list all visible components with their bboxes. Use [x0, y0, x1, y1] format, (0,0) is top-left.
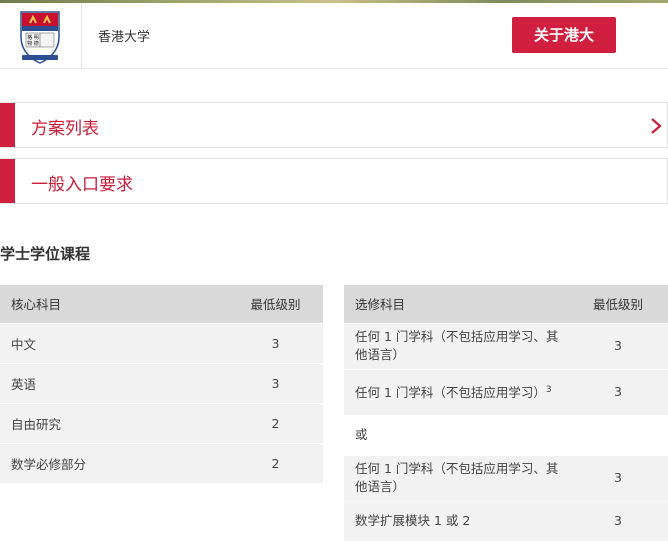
- table-row: 自由研究 2: [0, 402, 323, 443]
- accent-bar: [0, 103, 15, 147]
- subject-text: 任何 1 门学科（不包括应用学习）: [355, 385, 546, 401]
- about-hku-button[interactable]: 关于港大: [512, 17, 616, 53]
- column-header-min-level: 最低级别: [568, 285, 668, 323]
- column-header-min-level: 最低级别: [228, 285, 323, 323]
- table-row: 任何 1 门学科（不包括应用学习、其他语言） 3: [344, 322, 668, 369]
- or-label: 或: [344, 414, 668, 455]
- table-header-row: 核心科目 最低级别: [0, 285, 323, 323]
- level-cell: 2: [228, 402, 323, 443]
- subject-cell: 任何 1 门学科（不包括应用学习）3: [344, 368, 568, 415]
- or-row: 或: [344, 414, 668, 455]
- site-name[interactable]: 香港大学: [98, 26, 150, 45]
- level-cell: 3: [568, 500, 668, 541]
- table-row: 数学扩展模块 1 或 2 3: [344, 500, 668, 541]
- level-cell: 3: [568, 368, 668, 415]
- section-title: 学士学位课程: [0, 245, 91, 263]
- subject-cell: 中文: [0, 322, 228, 363]
- table-row: 数学必修部分 2: [0, 442, 323, 483]
- subject-cell: 英语: [0, 362, 228, 403]
- logo-text-2: 物 德: [27, 40, 39, 47]
- table-row: 中文 3: [0, 322, 323, 363]
- footnote-marker: 3: [545, 385, 552, 396]
- table-header-row: 选修科目 最低级别: [344, 285, 668, 323]
- elective-subjects-table: 选修科目 最低级别 任何 1 门学科（不包括应用学习、其他语言） 3 任何 1 …: [344, 285, 668, 541]
- level-cell: 2: [228, 442, 323, 483]
- accordion-program-list[interactable]: 方案列表: [0, 102, 668, 148]
- level-cell: 3: [568, 322, 668, 369]
- chevron-right-icon: [651, 118, 662, 134]
- column-header-subject: 核心科目: [0, 285, 228, 323]
- level-cell: 3: [228, 362, 323, 403]
- accordion-label: 一般入口要求: [31, 175, 133, 195]
- subject-cell: 自由研究: [0, 402, 228, 443]
- accordion-general-entrance-requirements[interactable]: 一般入口要求: [0, 158, 668, 204]
- level-cell: 3: [228, 322, 323, 363]
- university-logo[interactable]: 格 明 物 德: [0, 3, 82, 69]
- accent-bar: [0, 159, 15, 203]
- accordion-label: 方案列表: [31, 119, 99, 139]
- subject-cell: 数学扩展模块 1 或 2: [344, 500, 568, 541]
- table-row: 任何 1 门学科（不包括应用学习、其他语言） 3: [344, 454, 668, 501]
- subject-cell: 任何 1 门学科（不包括应用学习、其他语言）: [344, 454, 568, 501]
- column-header-subject: 选修科目: [344, 285, 568, 323]
- crest-icon: 格 明 物 德: [20, 11, 60, 64]
- site-header: 格 明 物 德 香港大学 关于港大: [0, 3, 668, 69]
- subject-cell: 数学必修部分: [0, 442, 228, 483]
- table-row: 英语 3: [0, 362, 323, 403]
- level-cell: 3: [568, 454, 668, 501]
- logo-text-1: 格 明: [27, 34, 39, 41]
- table-row: 任何 1 门学科（不包括应用学习）3 3: [344, 368, 668, 415]
- core-subjects-table: 核心科目 最低级别 中文 3 英语 3 自由研究 2 数学必修部分 2: [0, 285, 323, 483]
- subject-cell: 任何 1 门学科（不包括应用学习、其他语言）: [344, 322, 568, 369]
